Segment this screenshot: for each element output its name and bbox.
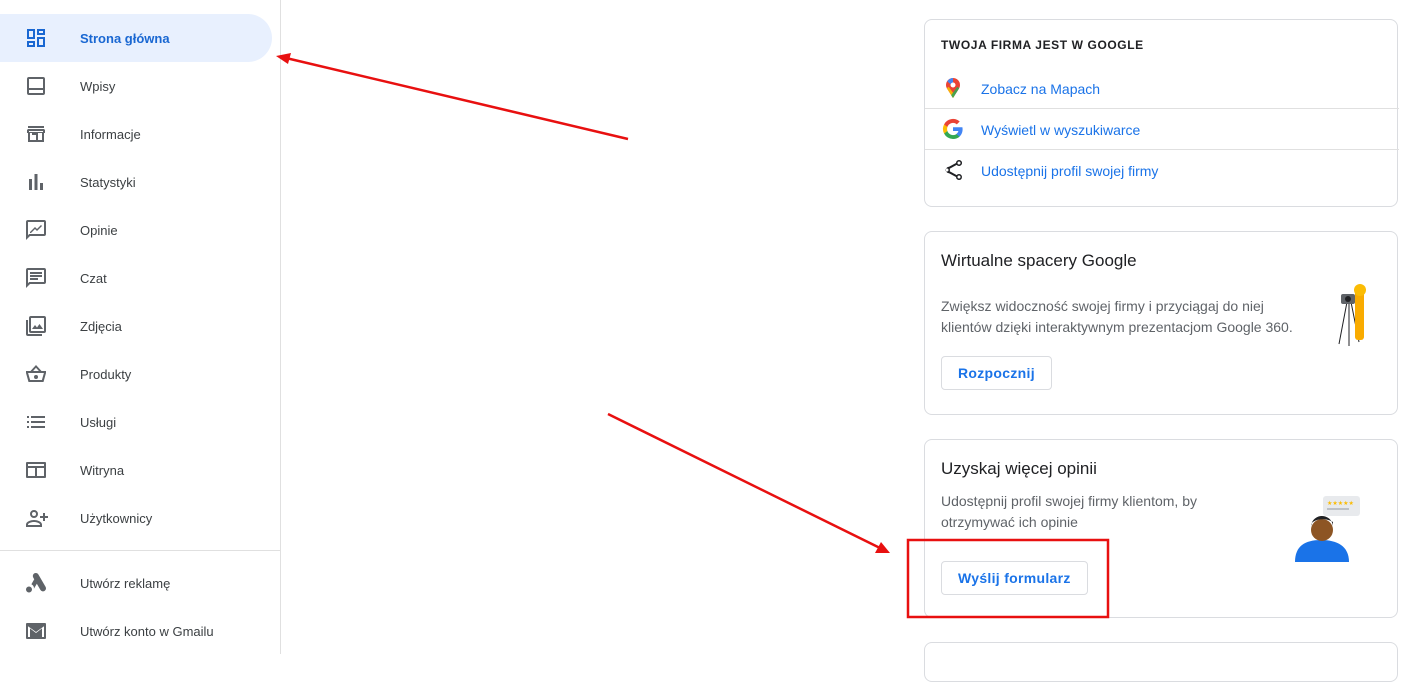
start-button[interactable]: Rozpocznij bbox=[941, 356, 1052, 390]
sidebar-item-label: Użytkownicy bbox=[80, 510, 153, 526]
sidebar-item-label: Czat bbox=[80, 270, 107, 286]
posts-icon bbox=[24, 74, 48, 98]
sidebar-item-home[interactable]: Strona główna bbox=[0, 14, 272, 62]
get-reviews-card: Uzyskaj więcej opinii Udostępnij profil … bbox=[924, 439, 1398, 618]
list-icon bbox=[24, 410, 48, 434]
next-card-partial bbox=[924, 642, 1398, 682]
sidebar-item-website[interactable]: Witryna bbox=[0, 446, 272, 494]
view-in-search-link[interactable]: Wyświetl w wyszukiwarce bbox=[925, 109, 1397, 150]
card-header: TWOJA FIRMA JEST W GOOGLE bbox=[941, 38, 1144, 52]
sidebar-item-photos[interactable]: Zdjęcia bbox=[0, 302, 272, 350]
sidebar-item-users[interactable]: Użytkownicy bbox=[0, 494, 272, 542]
sidebar-divider bbox=[0, 550, 280, 551]
chat-icon bbox=[24, 266, 48, 290]
view-on-maps-link[interactable]: Zobacz na Mapach bbox=[925, 68, 1397, 109]
card-description-line: Udostępnij profil swojej firmy klientom,… bbox=[941, 493, 1197, 509]
sidebar-item-stats[interactable]: Statystyki bbox=[0, 158, 272, 206]
google-g-icon bbox=[941, 117, 965, 141]
sidebar-item-chat[interactable]: Czat bbox=[0, 254, 272, 302]
customer-review-illustration: ★★★★★ bbox=[1293, 494, 1363, 562]
send-form-button[interactable]: Wyślij formularz bbox=[941, 561, 1088, 595]
dashboard-icon bbox=[24, 26, 48, 50]
card-title: Wirtualne spacery Google bbox=[941, 251, 1137, 270]
share-icon bbox=[941, 158, 965, 182]
card-title: Uzyskaj więcej opinii bbox=[941, 459, 1097, 478]
sidebar-item-label: Witryna bbox=[80, 462, 125, 478]
sidebar: Strona główna Wpisy Informacje Statystyk… bbox=[0, 0, 281, 654]
sidebar-item-products[interactable]: Produkty bbox=[0, 350, 272, 398]
sidebar-item-services[interactable]: Usługi bbox=[0, 398, 272, 446]
photo-icon bbox=[24, 314, 48, 338]
sidebar-item-label: Strona główna bbox=[80, 30, 170, 46]
annotation-arrowhead-button bbox=[875, 542, 890, 553]
card-description-line: Zwiększ widoczność swojej firmy i przyci… bbox=[941, 298, 1264, 314]
sidebar-item-reviews[interactable]: Opinie bbox=[0, 206, 272, 254]
link-label: Zobacz na Mapach bbox=[981, 80, 1101, 97]
virtual-tours-card: Wirtualne spacery Google Zwiększ widoczn… bbox=[924, 231, 1398, 415]
sidebar-item-label: Usługi bbox=[80, 414, 117, 430]
link-label: Udostępnij profil swojej firmy bbox=[981, 162, 1159, 179]
sidebar-item-gmail[interactable]: Utwórz konto w Gmailu bbox=[0, 607, 272, 655]
sidebar-item-label: Statystyki bbox=[80, 174, 136, 190]
sidebar-item-label: Utwórz reklamę bbox=[80, 575, 171, 591]
sidebar-item-label: Zdjęcia bbox=[80, 318, 122, 334]
sidebar-item-info[interactable]: Informacje bbox=[0, 110, 272, 158]
website-icon bbox=[24, 458, 48, 482]
google-maps-pin-icon bbox=[941, 76, 965, 100]
google-presence-card: TWOJA FIRMA JEST W GOOGLE Zobacz na Mapa… bbox=[924, 19, 1399, 207]
sidebar-item-posts[interactable]: Wpisy bbox=[0, 62, 272, 110]
sidebar-item-label: Opinie bbox=[80, 222, 118, 238]
store-icon bbox=[24, 122, 48, 146]
card-description-line: otrzymywać ich opinie bbox=[941, 514, 1078, 530]
sidebar-item-label: Informacje bbox=[80, 126, 141, 142]
annotation-arrow-button bbox=[607, 412, 881, 550]
gmail-icon bbox=[24, 619, 48, 643]
share-profile-link[interactable]: Udostępnij profil swojej firmy bbox=[925, 150, 1397, 191]
link-label: Wyświetl w wyszukiwarce bbox=[981, 121, 1141, 138]
google-ads-icon bbox=[24, 571, 48, 595]
basket-icon bbox=[24, 362, 48, 386]
reviews-icon bbox=[24, 218, 48, 242]
camera-tripod-illustration bbox=[1335, 282, 1375, 348]
sidebar-item-label: Wpisy bbox=[80, 78, 116, 94]
svg-text:★★★★★: ★★★★★ bbox=[1327, 500, 1354, 507]
sidebar-item-create-ad[interactable]: Utwórz reklamę bbox=[0, 559, 272, 607]
add-person-icon bbox=[24, 506, 48, 530]
sidebar-item-label: Utwórz konto w Gmailu bbox=[80, 623, 214, 639]
sidebar-item-label: Produkty bbox=[80, 366, 132, 382]
card-description-line: klientów dzięki interaktywnym prezentacj… bbox=[941, 319, 1293, 335]
bar-chart-icon bbox=[24, 170, 48, 194]
annotation-arrow-home bbox=[285, 56, 629, 141]
